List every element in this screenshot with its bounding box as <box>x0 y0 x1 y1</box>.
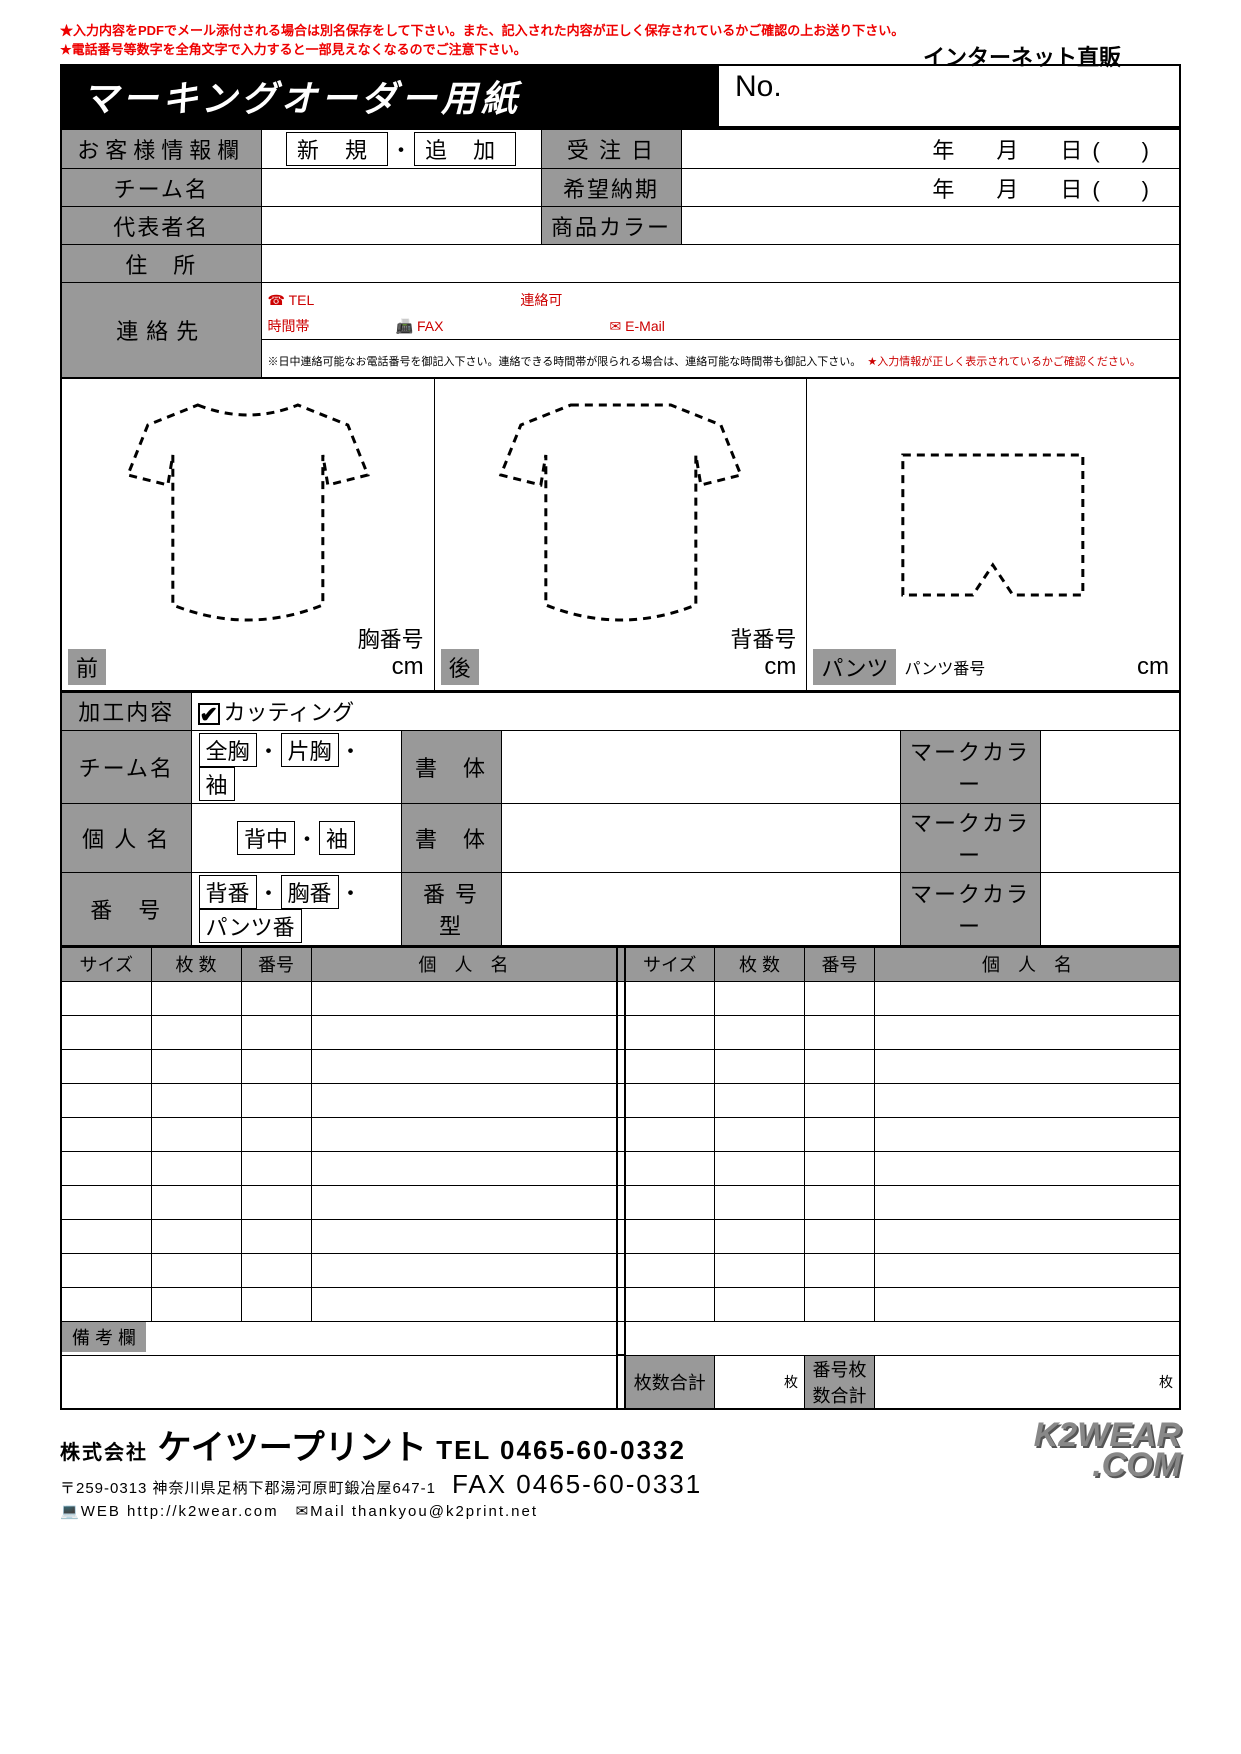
table-row[interactable] <box>61 1049 1180 1083</box>
numtype-field[interactable] <box>501 872 900 946</box>
email-icon: ✉ E-Mail <box>610 318 665 334</box>
due-field[interactable]: 年 月 日( ) <box>681 169 1180 207</box>
contact-label: 連絡先 <box>61 283 261 378</box>
table-row[interactable] <box>61 1015 1180 1049</box>
table-row[interactable] <box>61 1083 1180 1117</box>
col-name-1: 個 人 名 <box>311 947 617 981</box>
proc-team-label: チーム名 <box>61 730 191 803</box>
markcolor-label-2: マークカラー <box>900 803 1040 872</box>
title-bar: マーキングオーダー用紙 No. <box>60 64 1181 128</box>
order-date-label: 受 注 日 <box>541 129 681 169</box>
total-num-label: 番号枚数合計 <box>805 1355 875 1409</box>
customer-info-header: お客様情報欄 <box>61 129 261 169</box>
rep-field[interactable] <box>261 207 541 245</box>
pants-cm-field[interactable]: cm <box>1137 653 1173 681</box>
chest-num-label: 胸番号 <box>358 622 424 654</box>
team-label: チーム名 <box>61 169 261 207</box>
total-qty-field[interactable]: 枚 <box>715 1355 805 1409</box>
footer: 株式会社 ケイツープリント TEL 0465-60-0332 〒259-0313… <box>60 1420 1181 1521</box>
style-label-2: 書 体 <box>401 803 501 872</box>
order-no-field[interactable]: No. <box>719 66 1179 126</box>
proc-person-opts[interactable]: 背中・袖 <box>191 803 401 872</box>
checkbox-icon[interactable]: ✔ <box>198 703 220 725</box>
front-cm-field[interactable]: cm <box>392 653 428 681</box>
memo-cell-1[interactable]: 備 考 欄 <box>61 1321 617 1355</box>
company-address: 〒259-0313 神奈川県足柄下郡湯河原町鍛冶屋647-1 FAX 0465-… <box>60 1469 1014 1500</box>
contact-icons-row: ☎ TEL 連絡可 時間帯 📠 FAX ✉ E-Mail <box>261 283 1180 340</box>
style-field-1[interactable] <box>501 730 900 803</box>
processing-table: 加工内容 ✔カッティング チーム名 全胸・片胸・袖 書 体 マークカラー 個 人… <box>60 692 1181 947</box>
table-row[interactable] <box>61 1287 1180 1321</box>
col-num-1: 番号 <box>241 947 311 981</box>
color-label: 商品カラー <box>541 207 681 245</box>
shirt-back-col: 背番号 後 cm <box>435 379 808 690</box>
col-name-2: 個 人 名 <box>875 947 1181 981</box>
shirt-front-col: 胸番号 前 cm <box>62 379 435 690</box>
garment-diagrams: 胸番号 前 cm 背番号 後 cm パンツパンツ番号 cm <box>60 379 1181 692</box>
addr-field[interactable] <box>261 245 1180 283</box>
proc-team-opts[interactable]: 全胸・片胸・袖 <box>191 730 401 803</box>
style-field-2[interactable] <box>501 803 900 872</box>
pants-num-label: パンツ番号 <box>904 655 985 679</box>
total-qty-label: 枚数合計 <box>625 1355 715 1409</box>
table-row[interactable] <box>61 981 1180 1015</box>
markcolor-label-3: マークカラー <box>900 872 1040 946</box>
front-tag: 前 <box>68 649 106 685</box>
table-row[interactable] <box>61 1117 1180 1151</box>
fax-icon: 📠 FAX <box>396 318 444 334</box>
table-row[interactable] <box>61 1151 1180 1185</box>
back-cm-field[interactable]: cm <box>764 653 800 681</box>
entry-grid: サイズ 枚 数 番号 個 人 名 サイズ 枚 数 番号 個 人 名 備 考 欄 … <box>60 947 1181 1410</box>
proc-person-label: 個 人 名 <box>61 803 191 872</box>
team-field[interactable] <box>261 169 541 207</box>
addr-label: 住 所 <box>61 245 261 283</box>
col-num-2: 番号 <box>805 947 875 981</box>
back-tag: 後 <box>441 649 479 685</box>
brand-logo: K2WEAR.COM <box>1034 1420 1181 1481</box>
pants-col: パンツパンツ番号 cm <box>807 379 1179 690</box>
company-name: 株式会社 ケイツープリント TEL 0465-60-0332 <box>60 1420 1014 1469</box>
due-label: 希望納期 <box>541 169 681 207</box>
markcolor-label-1: マークカラー <box>900 730 1040 803</box>
pants-tag: パンツ <box>813 649 896 685</box>
table-row[interactable] <box>61 1185 1180 1219</box>
contact-note: ※日中連絡可能なお電話番号を御記入下さい。連絡できる時間帯が限られる場合は、連絡… <box>261 340 1180 378</box>
cutting-option[interactable]: ✔カッティング <box>191 692 1180 730</box>
proc-number-label: 番 号 <box>61 872 191 946</box>
markcolor-field-1[interactable] <box>1040 730 1180 803</box>
style-label-1: 書 体 <box>401 730 501 803</box>
col-qty-1: 枚 数 <box>151 947 241 981</box>
col-size-2: サイズ <box>625 947 715 981</box>
order-date-field[interactable]: 年 月 日( ) <box>681 129 1180 169</box>
form-title: マーキングオーダー用紙 <box>62 66 719 126</box>
channel-label: インターネット直販 <box>923 40 1121 72</box>
markcolor-field-3[interactable] <box>1040 872 1180 946</box>
table-row[interactable] <box>61 1219 1180 1253</box>
total-num-field[interactable]: 枚 <box>875 1355 1181 1409</box>
table-row[interactable] <box>61 1253 1180 1287</box>
col-size-1: サイズ <box>61 947 151 981</box>
col-qty-2: 枚 数 <box>715 947 805 981</box>
customer-info-table: お客様情報欄 新 規・追 加 受 注 日 年 月 日( ) チーム名 希望納期 … <box>60 128 1181 379</box>
back-num-label: 背番号 <box>730 622 796 654</box>
color-field[interactable] <box>681 207 1180 245</box>
markcolor-field-2[interactable] <box>1040 803 1180 872</box>
web-mail-line: 💻WEB http://k2wear.com ✉Mail thankyou@k2… <box>60 1500 1014 1521</box>
new-add-toggle[interactable]: 新 規・追 加 <box>261 129 541 169</box>
rep-label: 代表者名 <box>61 207 261 245</box>
proc-number-opts[interactable]: 背番・胸番・パンツ番 <box>191 872 401 946</box>
tel-icon: ☎ TEL <box>268 292 315 308</box>
numtype-label: 番 号 型 <box>401 872 501 946</box>
memo-cell-2[interactable] <box>625 1321 1181 1355</box>
proc-title: 加工内容 <box>61 692 191 730</box>
